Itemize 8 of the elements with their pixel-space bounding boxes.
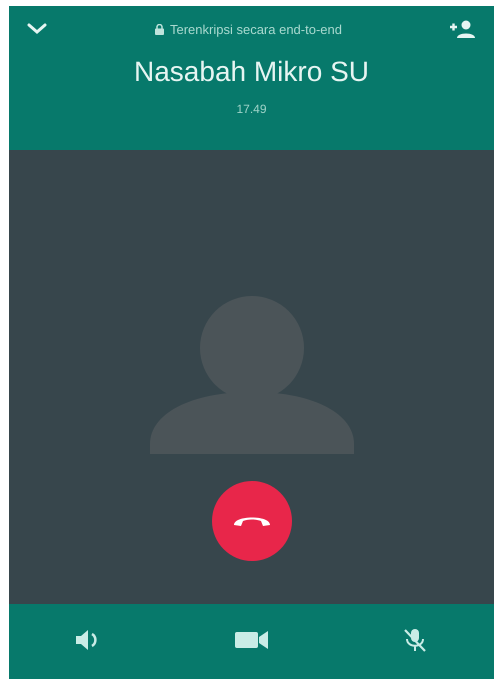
lock-icon — [155, 24, 164, 34]
encryption-notice: Terenkripsi secara end-to-end — [170, 22, 342, 36]
chevron-down-icon — [27, 23, 47, 35]
contact-name: Nasabah Mikro SU — [134, 56, 369, 88]
call-duration: 17.49 — [236, 102, 267, 116]
add-person-icon — [450, 20, 476, 38]
video-camera-icon — [235, 630, 270, 650]
muted-microphone-icon — [402, 626, 428, 652]
